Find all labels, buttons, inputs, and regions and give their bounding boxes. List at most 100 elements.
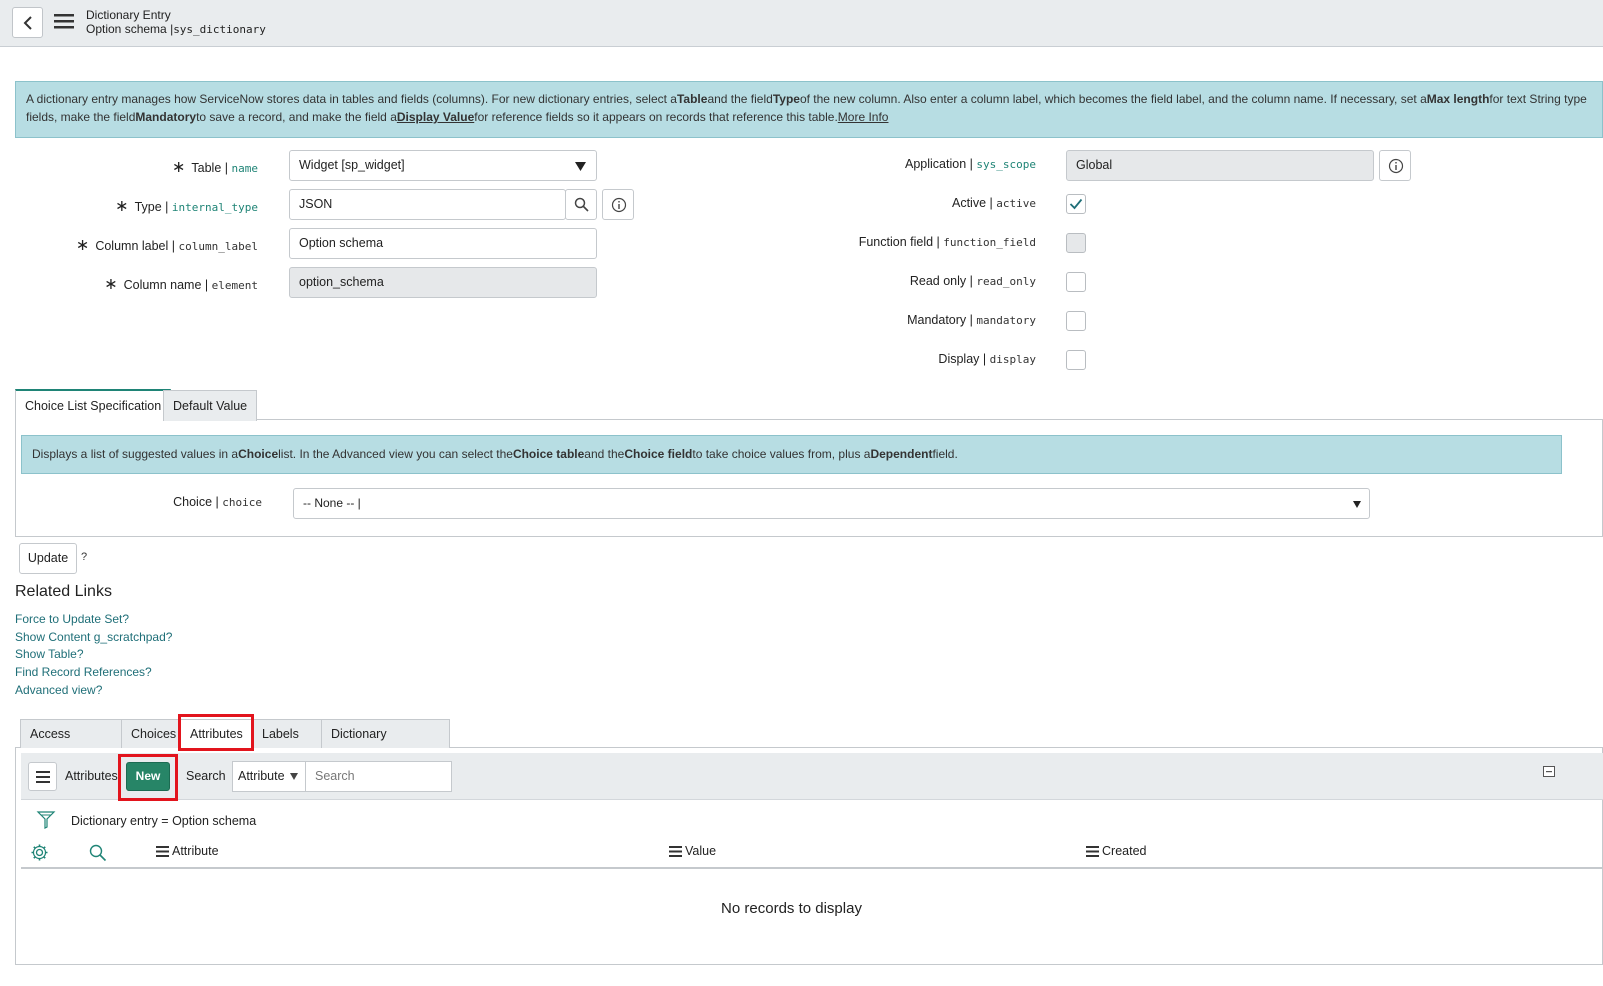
- separator: |: [969, 313, 973, 327]
- display-checkbox[interactable]: [1066, 350, 1086, 370]
- application-field: Global: [1066, 150, 1374, 181]
- column-header-label: Attribute: [172, 844, 219, 858]
- highlight-new-button: [118, 754, 178, 801]
- info-icon: [611, 197, 627, 213]
- find-record-references-link[interactable]: Find Record References?: [15, 665, 152, 679]
- update-button[interactable]: Update: [19, 543, 77, 574]
- header-divider: [21, 867, 1603, 869]
- separator: |: [969, 274, 973, 288]
- header-bar: Dictionary Entry Option schema |sys_dict…: [0, 0, 1603, 47]
- column-name-input[interactable]: option_schema: [289, 267, 597, 298]
- column-header-label: Created: [1102, 844, 1147, 858]
- separator: |: [989, 196, 993, 210]
- column-label-value: Option schema: [299, 236, 384, 250]
- display-value-link[interactable]: Display Value: [397, 110, 474, 124]
- application-label: Application | sys_scope: [905, 157, 1036, 171]
- field-name: internal_type: [171, 201, 258, 214]
- choice-info-banner: Displays a list of suggested values in a…: [21, 435, 1562, 474]
- info-icon: [1388, 158, 1404, 174]
- tab-dictionary-overrides[interactable]: Dictionary Overrides: [321, 719, 450, 770]
- label-text: Application: [905, 157, 967, 171]
- separator: |: [204, 278, 209, 292]
- separator: |: [224, 161, 229, 175]
- advanced-view-link[interactable]: Advanced view?: [15, 683, 102, 697]
- choice-select[interactable]: -- None -- |: [293, 488, 1370, 519]
- separator: |: [215, 495, 219, 509]
- info-bold: Choice table: [512, 447, 585, 461]
- info-bold: Dependent: [870, 447, 933, 461]
- type-value: JSON: [299, 197, 333, 211]
- required-icon: ∗: [75, 237, 90, 254]
- filter-breadcrumb[interactable]: Dictionary entry = Option schema: [71, 814, 256, 828]
- field-name: choice: [222, 496, 262, 509]
- info-text: Displays a list of suggested values in a: [32, 447, 239, 461]
- label-text: Active: [951, 196, 987, 210]
- field-name: active: [996, 197, 1036, 210]
- page-title: Dictionary Entry: [86, 8, 171, 22]
- column-header-value[interactable]: Value: [669, 844, 716, 858]
- hamburger-menu-icon[interactable]: [54, 13, 74, 29]
- application-info-button[interactable]: [1379, 150, 1411, 181]
- column-header-created[interactable]: Created: [1086, 844, 1146, 858]
- type-info-button[interactable]: [602, 189, 634, 220]
- display-label: Display | display: [938, 352, 1036, 366]
- gear-icon[interactable]: [30, 843, 49, 862]
- label-text: Mandatory: [907, 313, 967, 327]
- tab-choice-list-specification[interactable]: Choice List Specification: [15, 389, 172, 420]
- label-text: Display: [938, 352, 980, 366]
- force-update-set-link[interactable]: Force to Update Set?: [15, 612, 129, 626]
- info-text: to take choice values from, plus a: [692, 447, 871, 461]
- info-text: and the: [584, 447, 625, 461]
- collapse-icon[interactable]: [1543, 766, 1555, 777]
- tab-access-controls[interactable]: Access Controls: [20, 719, 122, 770]
- column-header-attribute[interactable]: Attribute: [156, 844, 219, 858]
- function-field-checkbox: [1066, 233, 1086, 253]
- dropdown-arrow-icon: [1353, 501, 1361, 508]
- filter-icon[interactable]: [36, 810, 56, 830]
- checkmark-icon: [1069, 198, 1083, 210]
- read-only-label: Read only | read_only: [910, 274, 1036, 288]
- field-name: name: [231, 162, 259, 175]
- update-help[interactable]: ?: [81, 551, 87, 563]
- column-header-label: Value: [685, 844, 717, 858]
- search-field-select[interactable]: Attribute: [232, 761, 306, 792]
- show-scratchpad-link[interactable]: Show Content g_scratchpad?: [15, 630, 172, 644]
- tab-choices[interactable]: Choices: [121, 719, 179, 748]
- column-label-label: ∗ Column label | column_label: [76, 235, 258, 255]
- highlight-attributes-tab: [178, 714, 254, 751]
- table-select[interactable]: Widget [sp_widget]: [289, 150, 597, 181]
- field-name: read_only: [976, 275, 1036, 288]
- type-lookup-button[interactable]: [565, 189, 597, 220]
- info-text: of the new column. Also enter a column l…: [799, 92, 1427, 106]
- type-input[interactable]: JSON: [289, 189, 566, 220]
- more-info-link[interactable]: More Info: [838, 110, 889, 124]
- tab-default-value[interactable]: Default Value: [163, 390, 258, 421]
- field-name: mandatory: [976, 314, 1036, 327]
- column-menu-icon: [1086, 846, 1099, 857]
- active-checkbox[interactable]: [1066, 194, 1086, 214]
- info-text: for reference fields so it appears on re…: [474, 110, 838, 124]
- list-title: Attributes: [65, 769, 118, 783]
- required-icon: ∗: [104, 276, 118, 293]
- field-name: sys_scope: [976, 158, 1036, 171]
- required-icon: ∗: [171, 159, 186, 176]
- show-table-link[interactable]: Show Table?: [15, 647, 84, 661]
- column-name-label: ∗ Column name | element: [104, 274, 258, 294]
- mandatory-checkbox[interactable]: [1066, 311, 1086, 331]
- info-text: A dictionary entry manages how ServiceNo…: [26, 92, 677, 106]
- empty-state-text: No records to display: [721, 900, 862, 917]
- label-text: Table: [191, 161, 222, 175]
- back-button[interactable]: [12, 7, 43, 38]
- mandatory-label: Mandatory | mandatory: [907, 313, 1036, 327]
- label-text: Type: [134, 200, 162, 214]
- tab-labels[interactable]: Labels (2): [252, 719, 322, 770]
- column-label-input[interactable]: Option schema: [289, 228, 597, 259]
- list-menu-button[interactable]: [28, 762, 57, 791]
- search-input[interactable]: Search: [305, 761, 452, 792]
- search-icon[interactable]: [89, 844, 107, 862]
- separator: |: [165, 200, 169, 214]
- column-menu-icon: [669, 846, 682, 857]
- choice-value: -- None -- |: [303, 496, 361, 510]
- active-label: Active | active: [952, 196, 1036, 210]
- read-only-checkbox[interactable]: [1066, 272, 1086, 292]
